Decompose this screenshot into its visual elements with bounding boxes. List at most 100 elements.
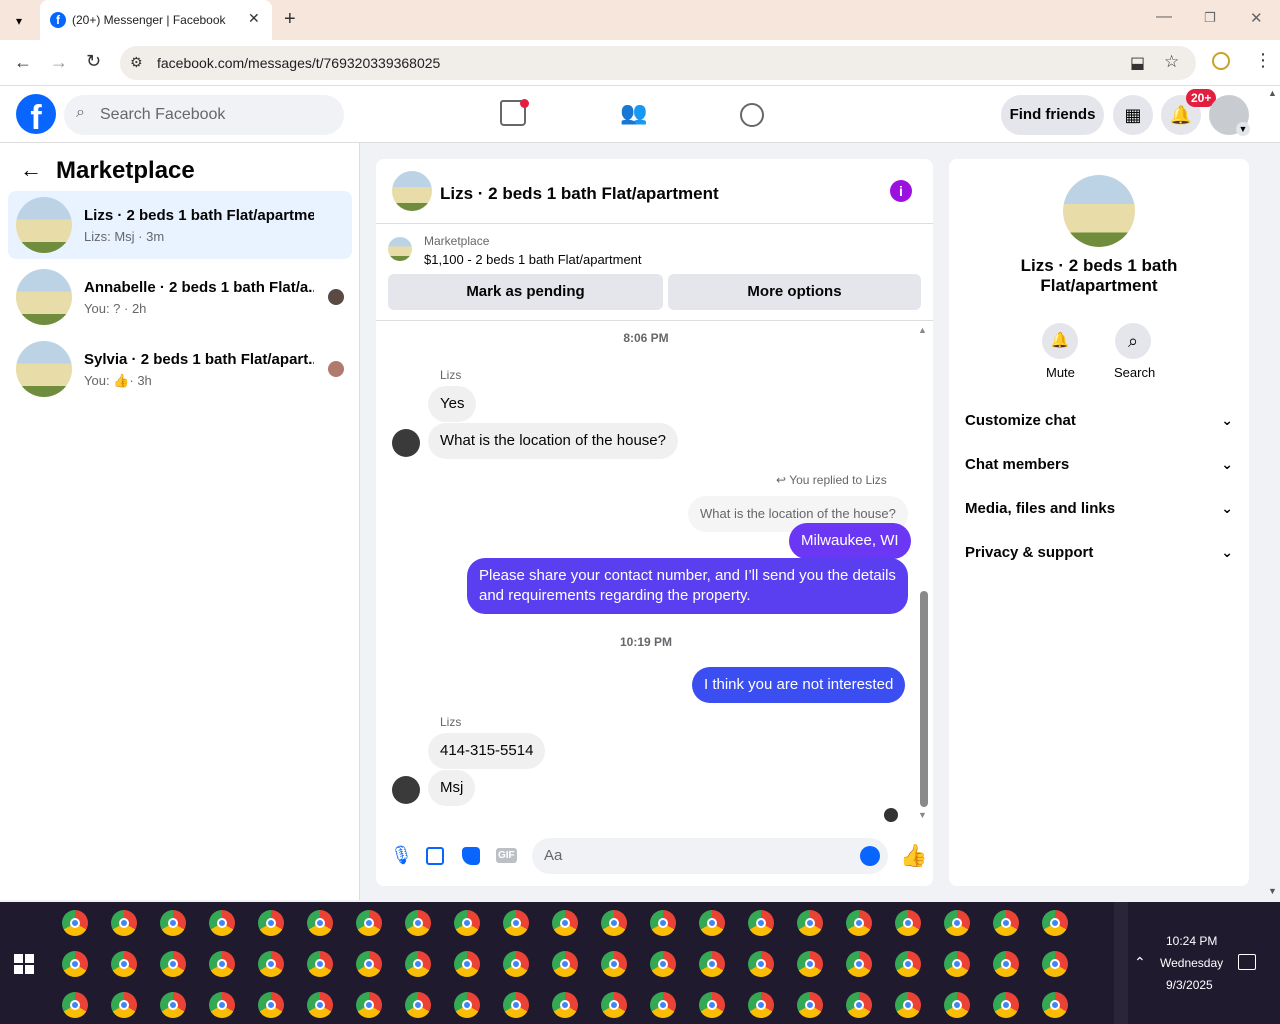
chrome-taskbar-icon[interactable] [258,910,284,936]
chrome-taskbar-icon[interactable] [748,992,774,1018]
conversation-item-annabelle[interactable]: Annabelle · 2 beds 1 bath Flat/a... You:… [8,263,352,331]
chrome-taskbar-icon[interactable] [503,951,529,977]
chrome-taskbar-icon[interactable] [601,910,627,936]
back-icon[interactable]: ← [14,52,32,73]
chrome-taskbar-icon[interactable] [160,910,186,936]
search-chat-icon[interactable]: ⌕ [1115,323,1151,359]
chrome-taskbar-icon[interactable] [650,951,676,977]
sender-avatar[interactable] [392,429,420,457]
chrome-taskbar-icon[interactable] [846,910,872,936]
info-icon[interactable]: i [890,180,912,202]
chrome-taskbar-icon[interactable] [1042,992,1068,1018]
chrome-taskbar-icon[interactable] [699,992,725,1018]
chrome-taskbar-icon[interactable] [1042,951,1068,977]
tray-chevron-up-icon[interactable]: ⌃ [1134,954,1146,971]
chrome-taskbar-icon[interactable] [552,992,578,1018]
chrome-taskbar-icon[interactable] [748,951,774,977]
chrome-taskbar-icon[interactable] [944,992,970,1018]
bookmark-star-icon[interactable]: ☆ [1164,52,1179,72]
chrome-taskbar-icon[interactable] [895,992,921,1018]
forward-icon[interactable]: → [50,52,68,73]
microphone-icon[interactable]: 🎙 [390,845,413,866]
thumbs-up-send-icon[interactable]: 👍 [900,843,927,869]
chrome-taskbar-icon[interactable] [552,951,578,977]
search-facebook-input[interactable]: ⌕ Search Facebook [64,95,344,135]
chrome-taskbar-icon[interactable] [111,951,137,977]
friends-icon[interactable]: 👥 [620,100,647,126]
sender-avatar[interactable] [392,776,420,804]
chrome-taskbar-icon[interactable] [895,910,921,936]
customize-chat-section[interactable]: Customize chat ⌄ [965,412,1233,436]
chrome-taskbar-icon[interactable] [356,910,382,936]
message-bubble-incoming[interactable]: Yes [428,386,477,422]
more-options-button[interactable]: More options [668,274,921,310]
message-bubble-outgoing[interactable]: I think you are not interested [692,667,906,703]
minimize-icon[interactable]: — [1156,8,1172,26]
reload-icon[interactable]: ↻ [86,51,101,72]
chrome-taskbar-icon[interactable] [797,992,823,1018]
listing-thumbnail[interactable] [388,237,412,261]
taskbar-scrollbar[interactable] [1114,902,1128,1024]
sticker-icon[interactable] [462,847,480,865]
chrome-taskbar-icon[interactable] [258,951,284,977]
chrome-taskbar-icon[interactable] [160,951,186,977]
chrome-taskbar-icon[interactable] [601,951,627,977]
scrollbar-thumb[interactable] [920,591,928,807]
chrome-taskbar-icon[interactable] [993,910,1019,936]
gif-icon[interactable]: GIF [496,848,517,863]
restore-icon[interactable]: ❐ [1204,10,1216,26]
chrome-taskbar-icon[interactable] [307,910,333,936]
message-bubble-incoming[interactable]: Msj [428,770,476,806]
chrome-taskbar-icon[interactable] [797,910,823,936]
chrome-taskbar-icon[interactable] [797,951,823,977]
chrome-taskbar-icon[interactable] [601,992,627,1018]
back-arrow-icon[interactable]: ← [20,157,42,183]
chrome-taskbar-icon[interactable] [307,992,333,1018]
chrome-taskbar-icon[interactable] [699,951,725,977]
chrome-taskbar-icon[interactable] [209,951,235,977]
menu-grid-icon[interactable]: ▦ [1113,95,1153,135]
mute-label[interactable]: Mute [1046,365,1075,380]
chrome-taskbar-icon[interactable] [503,910,529,936]
message-bubble-outgoing[interactable]: Milwaukee, WI [789,523,911,559]
mute-bell-icon[interactable]: 🔔 [1042,323,1078,359]
search-label[interactable]: Search [1114,365,1155,380]
page-scroll-up-icon[interactable]: ▲ [1268,88,1277,98]
site-info-icon[interactable]: ⚙ [130,54,143,71]
tab-close-icon[interactable]: ✕ [248,10,260,27]
chrome-taskbar-icon[interactable] [209,910,235,936]
scroll-down-arrow-icon[interactable]: ▼ [918,810,927,820]
chrome-taskbar-icon[interactable] [62,910,88,936]
clock-date[interactable]: 9/3/2025 [1166,978,1213,992]
chrome-taskbar-icon[interactable] [846,992,872,1018]
find-friends-button[interactable]: Find friends [1001,95,1104,135]
url-field[interactable]: ⚙ facebook.com/messages/t/76932033936802… [120,46,1196,80]
chrome-taskbar-icon[interactable] [111,910,137,936]
chrome-taskbar-icon[interactable] [209,992,235,1018]
chrome-taskbar-icon[interactable] [1042,910,1068,936]
groups-icon[interactable] [740,103,764,127]
privacy-support-section[interactable]: Privacy & support ⌄ [965,544,1233,568]
chrome-taskbar-icon[interactable] [405,951,431,977]
profile-icon[interactable] [1212,52,1230,70]
chrome-taskbar-icon[interactable] [405,910,431,936]
chat-members-section[interactable]: Chat members ⌄ [965,456,1233,480]
chrome-taskbar-icon[interactable] [993,951,1019,977]
clock-day[interactable]: Wednesday [1160,956,1223,970]
media-files-links-section[interactable]: Media, files and links ⌄ [965,500,1233,524]
tab-list-button[interactable]: ▾ [8,10,30,32]
chrome-taskbar-icon[interactable] [405,992,431,1018]
conversation-item-lizs[interactable]: Lizs · 2 beds 1 bath Flat/apartment Lizs… [8,191,352,259]
chrome-taskbar-icon[interactable] [699,910,725,936]
chrome-taskbar-icon[interactable] [993,992,1019,1018]
clock-time[interactable]: 10:24 PM [1166,934,1217,948]
photo-icon[interactable] [426,847,444,865]
chrome-taskbar-icon[interactable] [356,951,382,977]
chat-avatar[interactable] [392,171,432,211]
close-window-icon[interactable]: ✕ [1250,9,1263,27]
mark-as-pending-button[interactable]: Mark as pending [388,274,663,310]
emoji-icon[interactable] [860,846,880,866]
message-input[interactable]: Aa [532,838,888,874]
chrome-taskbar-icon[interactable] [62,992,88,1018]
chrome-taskbar-icon[interactable] [62,951,88,977]
